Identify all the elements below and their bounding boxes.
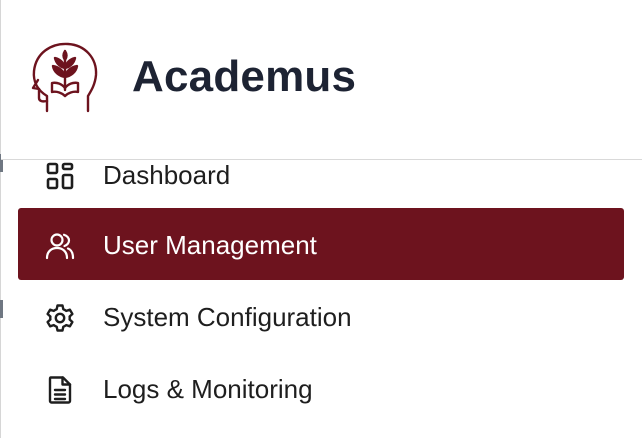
- gear-icon: [44, 302, 76, 334]
- nav-label-dashboard: Dashboard: [103, 160, 231, 190]
- dashboard-grid-icon: [44, 160, 76, 192]
- nav-item-logs-monitoring[interactable]: Logs & Monitoring: [18, 352, 624, 424]
- brand-name: Academus: [132, 52, 357, 101]
- nav-label-system-configuration: System Configuration: [103, 302, 352, 332]
- users-icon: [44, 230, 76, 262]
- document-icon: [44, 374, 76, 406]
- nav-item-user-management[interactable]: User Management: [18, 208, 624, 280]
- sidebar-nav: Dashboard User Management System Configu…: [0, 160, 642, 438]
- nav-label-user-management: User Management: [103, 230, 317, 260]
- nav-label-logs-monitoring: Logs & Monitoring: [103, 374, 313, 404]
- nav-item-system-configuration[interactable]: System Configuration: [18, 280, 624, 352]
- sidebar-header: Academus: [1, 0, 642, 160]
- sidebar-panel: Academus Dashboard User Management Syste…: [0, 0, 642, 438]
- academus-logo-icon[interactable]: [27, 38, 103, 118]
